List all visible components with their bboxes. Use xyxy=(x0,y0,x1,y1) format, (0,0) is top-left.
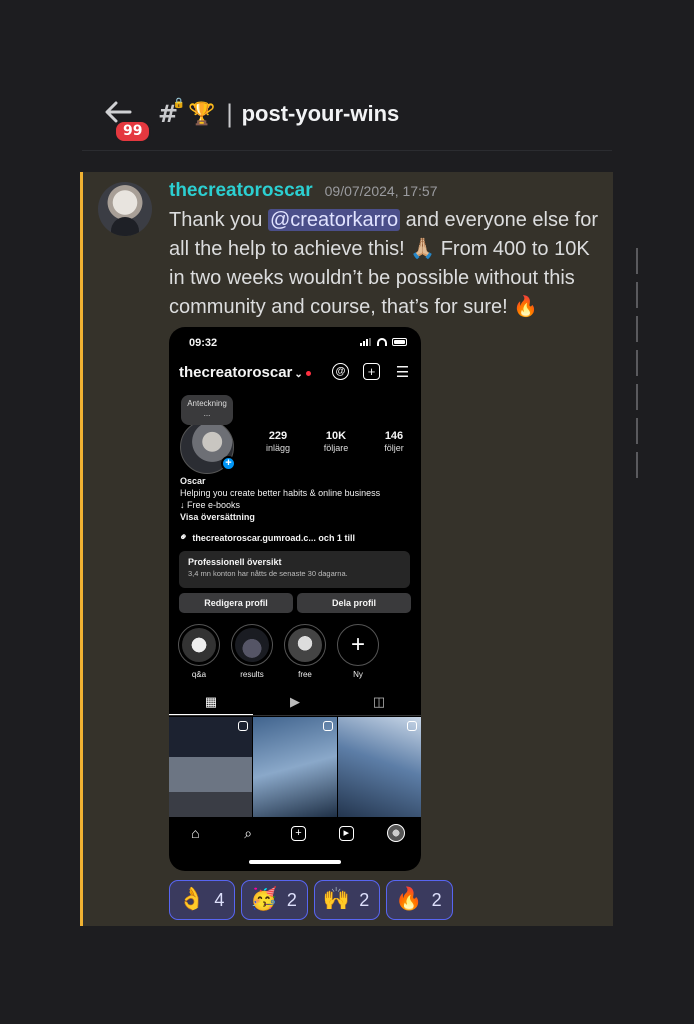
party-face-icon: 🥳 xyxy=(250,887,278,912)
header-divider xyxy=(82,150,612,151)
bio-translate: Visa översättning xyxy=(180,512,255,522)
stat-number: 10K xyxy=(325,430,347,442)
plus-icon: + xyxy=(350,631,365,658)
ok-hand-icon: 👌 xyxy=(178,887,206,912)
reaction-count: 4 xyxy=(214,889,225,910)
image-attachment[interactable]: 09:32 thecreatoroscar ⌄ @ + ☰ Anteckning … xyxy=(169,327,421,871)
tagged-icon: ◫ xyxy=(372,694,386,709)
grid-icon: ▦ xyxy=(169,690,253,715)
stat-label: inlägg xyxy=(265,443,291,453)
reel-icon xyxy=(322,721,333,731)
ig-note-bubble: Anteckning ... xyxy=(181,395,233,425)
highlight-label: Ny xyxy=(353,670,363,679)
stat-posts: 229 inlägg xyxy=(249,430,307,453)
ig-top-icons: @ + ☰ xyxy=(332,363,411,381)
signal-icon xyxy=(360,338,372,346)
bio-name: Oscar xyxy=(180,476,206,486)
link-icon: ⚭ xyxy=(177,530,192,545)
ig-post-grid xyxy=(169,717,421,817)
profile-avatar-icon xyxy=(386,824,405,842)
wifi-icon xyxy=(377,338,387,346)
create-icon: + xyxy=(290,825,306,841)
user-mention[interactable]: @creatorkarro xyxy=(267,209,401,231)
notification-dot xyxy=(305,370,311,376)
bio-line: Helping you create better habits & onlin… xyxy=(180,488,381,498)
highlight-new: + Ny xyxy=(336,624,380,679)
reels-icon: ▸ xyxy=(338,825,354,841)
title-separator: | xyxy=(225,100,234,128)
unread-badge: 99 xyxy=(114,120,152,143)
stat-following: 146 följer xyxy=(365,430,421,453)
share-profile-button: Dela profil xyxy=(297,593,411,613)
post-thumbnail xyxy=(169,717,253,817)
reaction-ok-hand[interactable]: 👌 4 xyxy=(169,880,236,920)
highlight-item: free xyxy=(283,624,327,679)
stat-followers: 10K följare xyxy=(307,430,365,453)
ig-stats: 229 inlägg 10K följare 146 följer xyxy=(249,430,421,453)
reaction-count: 2 xyxy=(286,889,297,910)
reels-icon: ▶ xyxy=(290,694,300,709)
highlight-item: q&a xyxy=(177,624,221,679)
message-text-start: Thank you xyxy=(169,209,268,231)
ig-highlights: q&a results free + Ny xyxy=(177,624,380,679)
ig-link: ⚭ thecreatoroscar.gumroad.c... och 1 till xyxy=(177,530,355,545)
ig-profile-buttons: Redigera profil Dela profil xyxy=(179,593,411,613)
chevron-down-icon: ⌄ xyxy=(294,369,303,380)
create-icon: + xyxy=(363,363,380,380)
link-text: thecreatoroscar.gumroad.c... och 1 till xyxy=(192,532,355,543)
reaction-count: 2 xyxy=(431,889,442,910)
scrollbar[interactable] xyxy=(636,248,638,484)
channel-header: 99 # 🔒 🏆 | post-your-wins xyxy=(100,92,400,143)
home-indicator xyxy=(249,860,341,864)
reel-icon xyxy=(238,721,249,731)
author-name[interactable]: thecreatoroscar xyxy=(169,180,313,202)
raised-hands-icon: 🙌 xyxy=(322,887,351,912)
reaction-count: 2 xyxy=(359,889,370,910)
phone-status-icons xyxy=(360,338,407,346)
pro-subtitle: 3,4 mn konton har nåtts de senaste 30 da… xyxy=(188,569,348,578)
home-icon: ⌂ xyxy=(191,825,200,841)
avatar[interactable] xyxy=(98,182,152,236)
trophy-icon: 🏆 xyxy=(188,101,216,127)
stat-number: 229 xyxy=(268,430,288,442)
stat-label: följare xyxy=(323,443,349,453)
message-timestamp: 09/07/2024, 17:57 xyxy=(324,183,438,199)
search-icon: ⌕ xyxy=(244,824,253,841)
edit-profile-button: Redigera profil xyxy=(179,593,293,613)
reaction-fire[interactable]: 🔥 2 xyxy=(386,880,453,920)
phone-clock: 09:32 xyxy=(189,337,218,349)
stat-number: 146 xyxy=(384,430,404,442)
ig-bio: Oscar Helping you create better habits &… xyxy=(180,475,380,523)
text-channel-icon: # 🔒 xyxy=(158,98,186,128)
battery-icon xyxy=(392,338,407,346)
lock-icon: 🔒 xyxy=(172,98,186,109)
channel-name: post-your-wins xyxy=(241,101,400,126)
menu-icon: ☰ xyxy=(395,363,410,381)
ig-bottom-nav: ⌂ ⌕ + ▸ xyxy=(169,818,421,848)
reaction-raised-hands[interactable]: 🙌 2 xyxy=(313,880,381,920)
threads-icon: @ xyxy=(332,363,349,380)
ig-content-tabs: ▦ ▶ ◫ xyxy=(169,690,421,716)
highlight-label: free xyxy=(298,670,312,679)
message-content: Thank you @creatorkarro and everyone els… xyxy=(169,206,609,322)
reactions-bar: 👌 4 🥳 2 🙌 2 🔥 2 xyxy=(169,880,453,920)
ig-username-text: thecreatoroscar xyxy=(179,364,293,381)
back-button[interactable]: 99 xyxy=(100,94,152,143)
highlight-item: results xyxy=(230,624,274,679)
add-story-icon: + xyxy=(221,456,236,471)
ig-username: thecreatoroscar ⌄ xyxy=(179,364,311,381)
fire-icon: 🔥 xyxy=(395,887,423,912)
ig-professional-dashboard: Professionell översikt 3,4 mn konton har… xyxy=(179,551,410,588)
highlight-label: results xyxy=(240,670,264,679)
message-highlighted[interactable]: thecreatoroscar 09/07/2024, 17:57 Thank … xyxy=(80,172,613,926)
post-thumbnail xyxy=(337,717,421,817)
reel-icon xyxy=(406,721,417,731)
reaction-party-face[interactable]: 🥳 2 xyxy=(241,880,308,920)
message-header: thecreatoroscar 09/07/2024, 17:57 xyxy=(169,180,438,202)
post-thumbnail xyxy=(253,717,337,817)
highlight-label: q&a xyxy=(191,670,207,679)
stat-label: följer xyxy=(384,443,404,453)
bio-line: ↓ Free e-books xyxy=(180,500,241,510)
pro-title: Professionell översikt xyxy=(188,557,282,567)
